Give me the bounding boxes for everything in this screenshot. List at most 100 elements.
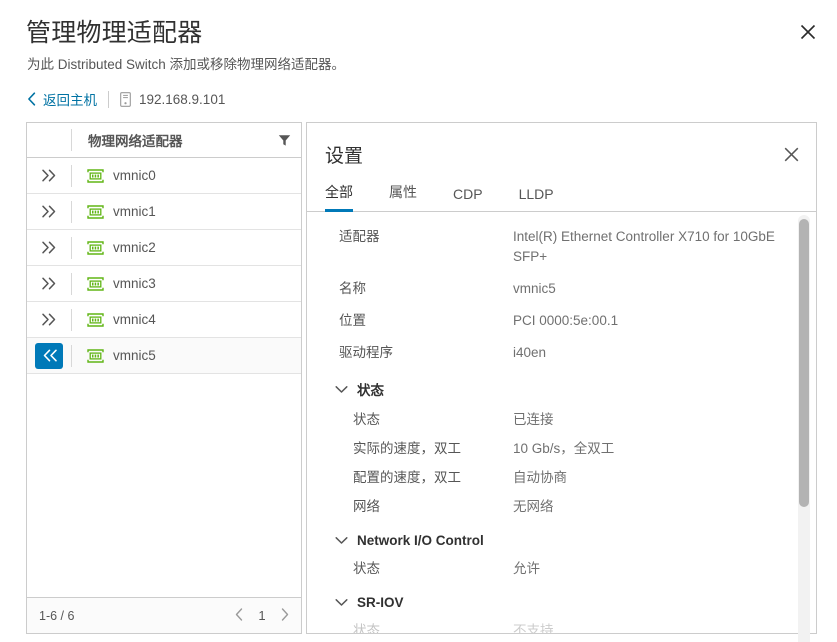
field-configured-speed-duplex: 配置的速度，双工 自动协商 [307,468,816,488]
field-networks: 网络 无网络 [307,497,816,517]
double-chevron-right-icon[interactable] [35,307,63,333]
field-driver: 驱动程序 i40en [307,343,816,363]
list-item-label: vmnic3 [113,276,156,291]
tab-cdp[interactable]: CDP [453,186,483,212]
section-title: Network I/O Control [357,533,484,548]
chevron-down-icon [335,598,348,607]
details-scrollbar-track[interactable] [798,215,810,642]
list-item[interactable]: vmnic1 [27,194,301,230]
row-action-cell [27,338,71,373]
field-label: 名称 [339,281,366,296]
pagination-prev-button[interactable] [235,608,243,623]
field-label: 状态 [353,412,380,427]
pagination-next-button[interactable] [281,608,289,623]
page-title: 管理物理适配器 [26,19,203,47]
pagination-page-number[interactable]: 1 [257,608,267,623]
pagination-controls: 1 [235,608,289,623]
field-value: vmnic5 [513,281,556,296]
field-value: 已连接 [513,412,554,427]
row-divider [71,272,72,295]
list-item[interactable]: vmnic2 [27,230,301,266]
back-to-host-label: 返回主机 [43,93,97,108]
row-action-cell [27,158,71,193]
filter-button[interactable] [267,134,301,147]
section-header-network-io-control[interactable]: Network I/O Control [307,533,816,548]
tab-all[interactable]: 全部 [325,182,353,212]
field-nioc-status: 状态 允许 [307,559,816,579]
list-item[interactable]: vmnic4 [27,302,301,338]
row-action-cell [27,194,71,229]
field-label: 状态 [353,623,380,633]
section-header-status[interactable]: 状态 [307,379,816,399]
details-scrollbar-thumb[interactable] [799,219,809,507]
field-adapter: 适配器 Intel(R) Ethernet Controller X710 fo… [307,227,816,267]
chevron-left-icon [27,92,36,106]
filter-funnel-icon [278,134,290,146]
row-action-cell [27,266,71,301]
network-adapter-icon [87,276,104,291]
section-title: SR-IOV [357,595,404,610]
double-chevron-right-icon[interactable] [35,271,63,297]
double-chevron-left-icon[interactable] [35,342,63,369]
manage-physical-adapters-dialog: 管理物理适配器 为此 Distributed Switch 添加或移除物理网络适… [0,0,837,642]
row-divider [71,344,72,367]
page-subtitle: 为此 Distributed Switch 添加或移除物理网络适配器。 [27,57,346,72]
column-header-adapter: 物理网络适配器 [88,134,183,149]
tab-properties[interactable]: 属性 [389,182,417,212]
pagination-footer: 1-6 / 6 1 [27,597,301,633]
field-label: 状态 [353,561,380,576]
field-label: 网络 [353,499,380,514]
double-chevron-right-icon[interactable] [35,163,63,189]
field-actual-speed-duplex: 实际的速度，双工 10 Gb/s，全双工 [307,439,816,459]
breadcrumb-separator [108,90,109,108]
close-icon [784,147,798,161]
field-label: 配置的速度，双工 [353,470,461,485]
field-status: 状态 已连接 [307,410,816,430]
details-content: 适配器 Intel(R) Ethernet Controller X710 fo… [307,213,816,633]
field-name: 名称 vmnic5 [307,279,816,299]
section-header-sriov[interactable]: SR-IOV [307,595,816,610]
field-value: 不支持 [513,623,554,633]
row-divider [71,236,72,259]
section-title: 状态 [357,383,384,398]
list-item-label: vmnic4 [113,312,156,327]
row-divider [71,308,72,331]
list-header-row: 物理网络适配器 [27,123,301,158]
close-details-button[interactable] [778,141,804,167]
double-chevron-right-icon[interactable] [35,199,63,225]
close-icon [800,24,816,40]
adapters-list: vmnic0 vmnic1 vmnic2 vmnic3 vmnic4 vmnic… [27,158,301,597]
field-label: 位置 [339,313,366,328]
close-dialog-button[interactable] [793,17,823,47]
list-item-label: vmnic2 [113,240,156,255]
chevron-down-icon [335,385,348,394]
details-title: 设置 [325,146,364,167]
details-tabs: 全部 属性 CDP LLDP [307,180,816,212]
physical-adapters-list-panel: 物理网络适配器 vmnic0 vmnic1 vmnic2 vmnic3 vmni… [26,122,302,634]
network-adapter-icon [87,240,104,255]
details-scroll-area: 适配器 Intel(R) Ethernet Controller X710 fo… [307,213,816,633]
field-value: i40en [513,345,547,360]
double-chevron-right-icon[interactable] [35,235,63,261]
list-item-label: vmnic1 [113,204,156,219]
list-item-selected[interactable]: vmnic5 [27,338,301,374]
pagination-range: 1-6 / 6 [39,608,75,623]
field-value: 允许 [513,561,540,576]
chevron-down-icon [335,536,348,545]
field-value: Intel(R) Ethernet Controller X710 for 10… [513,229,775,264]
list-item[interactable]: vmnic3 [27,266,301,302]
network-adapter-icon [87,348,104,363]
row-divider [71,200,72,223]
back-to-host-link[interactable]: 返回主机 [27,89,97,109]
field-label: 驱动程序 [339,345,393,360]
list-item-label: vmnic5 [113,348,156,363]
tab-lldp[interactable]: LLDP [519,186,554,212]
list-item[interactable]: vmnic0 [27,158,301,194]
network-adapter-icon [87,168,104,183]
host-icon [120,91,131,107]
field-value: 无网络 [513,499,554,514]
breadcrumb: 返回主机 192.168.9.101 [27,88,225,110]
chevron-left-icon [235,608,243,621]
field-label: 适配器 [339,229,380,244]
list-item-label: vmnic0 [113,168,156,183]
